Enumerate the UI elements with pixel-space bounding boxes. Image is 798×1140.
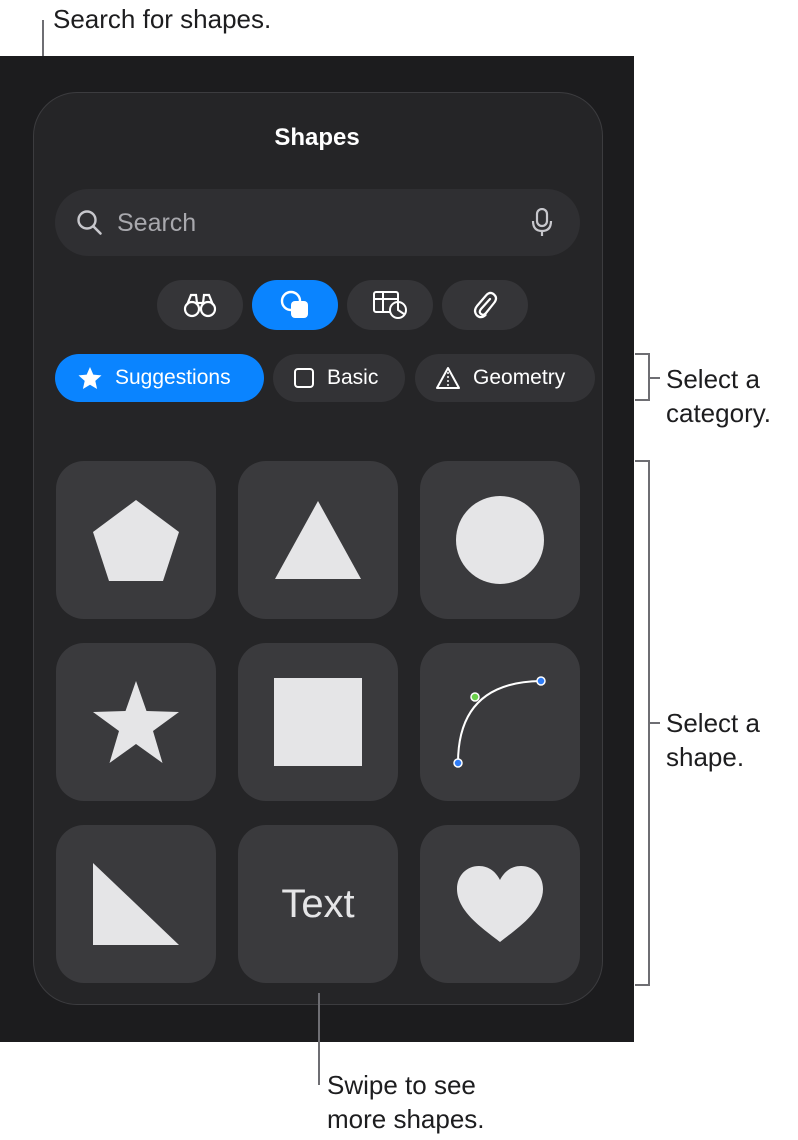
shape-text[interactable]: Text bbox=[238, 825, 398, 983]
callout-line bbox=[318, 993, 320, 1085]
microphone-icon[interactable] bbox=[531, 208, 553, 238]
circle-icon bbox=[456, 496, 544, 584]
shape-square[interactable] bbox=[238, 643, 398, 801]
curve-icon bbox=[453, 676, 546, 768]
tab-tables-charts[interactable] bbox=[347, 280, 433, 330]
search-field[interactable]: Search bbox=[55, 189, 580, 256]
category-basic[interactable]: Basic bbox=[273, 354, 405, 402]
category-label: Suggestions bbox=[115, 366, 231, 389]
panel-title: Shapes bbox=[274, 124, 360, 151]
triangle-icon bbox=[275, 501, 361, 579]
callout-shape-1: Select a bbox=[666, 708, 760, 738]
paperclip-icon bbox=[473, 291, 498, 319]
callout-swipe-1: Swipe to see bbox=[327, 1070, 476, 1100]
callout-shape-2: shape. bbox=[666, 742, 745, 772]
bracket-line bbox=[635, 353, 649, 355]
search-icon bbox=[77, 210, 102, 235]
shape-curve[interactable] bbox=[420, 643, 580, 801]
bracket-line bbox=[635, 984, 649, 986]
bracket-line bbox=[635, 460, 649, 462]
square-outline-icon bbox=[294, 368, 314, 388]
binoculars-icon bbox=[183, 293, 217, 318]
right-triangle-icon bbox=[93, 863, 179, 945]
shape-triangle[interactable] bbox=[238, 461, 398, 619]
table-chart-icon bbox=[373, 291, 407, 319]
callout-swipe-2: more shapes. bbox=[327, 1104, 485, 1134]
square-icon bbox=[274, 678, 362, 766]
star-icon bbox=[93, 681, 179, 763]
text-shape-label: Text bbox=[281, 881, 355, 926]
star-icon bbox=[78, 367, 102, 389]
shape-pentagon[interactable] bbox=[56, 461, 216, 619]
category-geometry[interactable]: Geometry bbox=[415, 354, 595, 402]
category-suggestions[interactable]: Suggestions bbox=[55, 354, 264, 402]
shape-heart[interactable] bbox=[420, 825, 580, 983]
pyramid-icon bbox=[436, 367, 460, 389]
tab-media-search[interactable] bbox=[157, 280, 243, 330]
tab-shapes[interactable] bbox=[252, 280, 338, 330]
shapes-icon bbox=[280, 290, 308, 318]
shape-circle[interactable] bbox=[420, 461, 580, 619]
bracket-line bbox=[648, 377, 660, 379]
category-label: Basic bbox=[327, 366, 379, 389]
shape-star[interactable] bbox=[56, 643, 216, 801]
bracket-line bbox=[635, 399, 649, 401]
pentagon-icon bbox=[93, 500, 179, 581]
callout-category-2: category. bbox=[666, 398, 772, 428]
category-label: Geometry bbox=[473, 366, 566, 389]
shape-right-triangle[interactable] bbox=[56, 825, 216, 983]
tab-attachments[interactable] bbox=[442, 280, 528, 330]
callout-category-1: Select a bbox=[666, 364, 760, 394]
callout-search: Search for shapes. bbox=[53, 4, 272, 34]
search-placeholder: Search bbox=[117, 209, 197, 237]
bracket-line bbox=[648, 722, 660, 724]
heart-icon bbox=[457, 866, 543, 942]
